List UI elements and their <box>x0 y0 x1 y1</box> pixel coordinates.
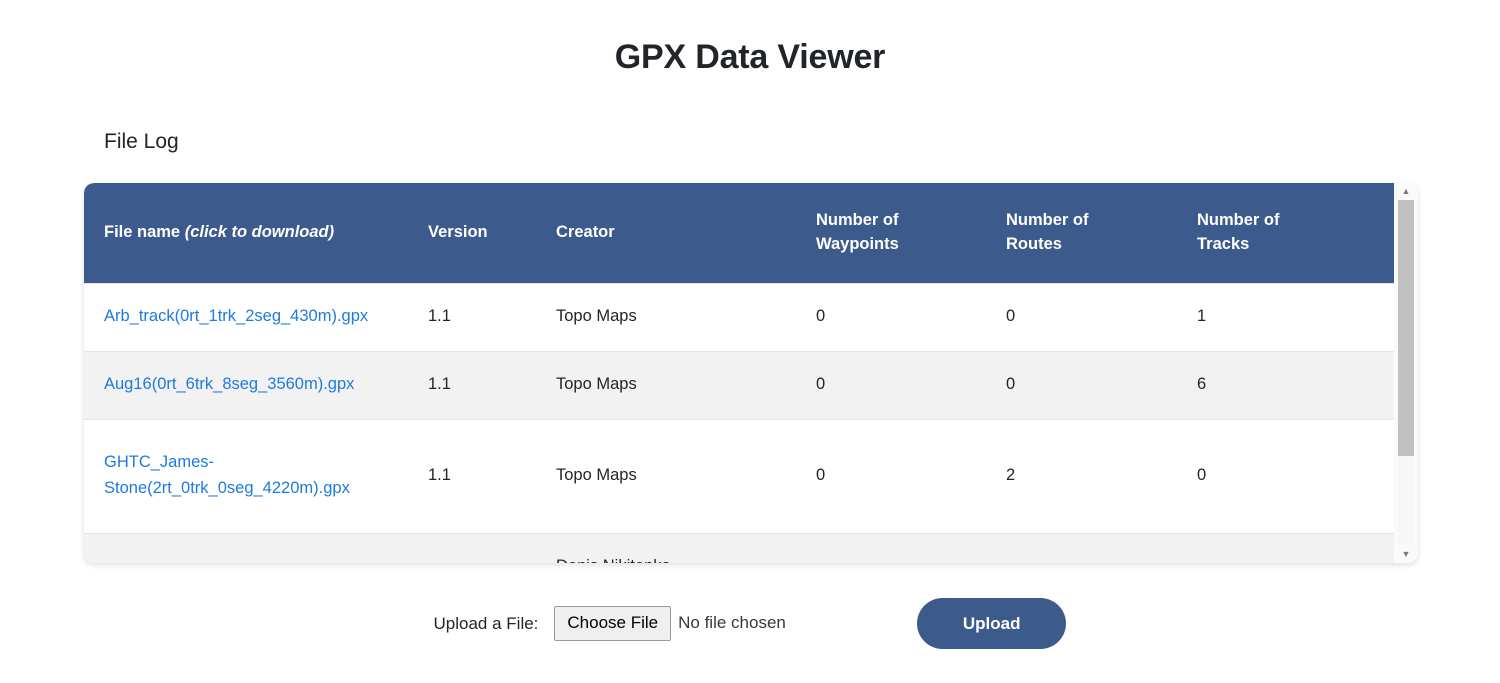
cell-version: 1.1 <box>428 282 556 351</box>
column-header-waypoints-line2: Waypoints <box>816 234 899 253</box>
cell-file-name: Aug16(0rt_6trk_8seg_3560m).gpx <box>84 350 428 419</box>
column-header-routes-line1: Number of <box>1006 210 1089 229</box>
column-header-routes-line2: Routes <box>1006 234 1062 253</box>
scrollbar-thumb[interactable] <box>1398 200 1414 457</box>
file-log-table: File name (click to download) Version Cr… <box>84 183 1394 563</box>
cell-creator: Topo Maps <box>556 282 816 351</box>
column-header-routes[interactable]: Number of Routes <box>1006 183 1197 283</box>
cell-routes: 0 <box>1006 282 1197 351</box>
cell-waypoints: 0 <box>816 350 1006 419</box>
table-header: File name (click to download) Version Cr… <box>84 183 1394 283</box>
cell-waypoints: 0 <box>816 282 1006 351</box>
page-root: GPX Data Viewer File Log File name (clic… <box>0 0 1500 683</box>
file-log-panel: File name (click to download) Version Cr… <box>84 183 1418 563</box>
file-download-link[interactable]: Arb_track(0rt_1trk_2seg_430m).gpx <box>104 307 368 325</box>
table-body: Arb_track(0rt_1trk_2seg_430m).gpx 1.1 To… <box>84 282 1394 563</box>
cell-version: 1.1 <box>428 418 556 533</box>
cell-version: 1.1 <box>428 350 556 419</box>
column-header-file-name-hint: (click to download) <box>184 222 335 241</box>
cell-creator: Topo Maps <box>556 418 816 533</box>
table-row: GHTC_James-Stone(2rt_0trk_0seg_4220m).gp… <box>84 418 1394 533</box>
cell-file-name: GHTC_James-Stone(2rt_0trk_0seg_4220m).gp… <box>84 418 428 533</box>
table-row: Arb_track(0rt_1trk_2seg_430m).gpx 1.1 To… <box>84 282 1394 351</box>
cell-routes: 2 <box>1006 418 1197 533</box>
column-header-tracks-line1: Number of <box>1197 210 1280 229</box>
cell-file-name: Arb_track(0rt_1trk_2seg_430m).gpx <box>84 282 428 351</box>
cell-waypoints: 0 <box>816 418 1006 533</box>
cell-creator: Denis Nikitenko <box>556 532 816 563</box>
upload-label: Upload a File: <box>433 613 539 633</box>
column-header-creator[interactable]: Creator <box>556 183 816 283</box>
cell-tracks: 1 <box>1197 282 1394 351</box>
column-header-waypoints[interactable]: Number of Waypoints <box>816 183 1006 283</box>
cell-routes: 0 <box>1006 350 1197 419</box>
table-row: Aug16(0rt_6trk_8seg_3560m).gpx 1.1 Topo … <box>84 350 1394 419</box>
table-scrollbar[interactable]: ▲ ▼ <box>1394 183 1418 563</box>
table-header-row: File name (click to download) Version Cr… <box>84 183 1394 283</box>
column-header-tracks-line2: Tracks <box>1197 234 1250 253</box>
column-header-tracks[interactable]: Number of Tracks <box>1197 183 1394 283</box>
column-header-version[interactable]: Version <box>428 183 556 283</box>
cell-file-name <box>84 532 428 563</box>
file-input-control[interactable]: Choose File No file chosen <box>554 606 786 641</box>
column-header-file-name-text: File name <box>104 222 185 241</box>
cell-waypoints <box>816 532 1006 563</box>
scroll-down-arrow-icon[interactable]: ▼ <box>1398 546 1414 563</box>
cell-creator: Topo Maps <box>556 350 816 419</box>
upload-section: Upload a File: Choose File No file chose… <box>0 598 1500 649</box>
cell-routes <box>1006 532 1197 563</box>
cell-version <box>428 532 556 563</box>
upload-button[interactable]: Upload <box>916 598 1067 649</box>
table-row: Denis Nikitenko <box>84 532 1394 563</box>
file-download-link[interactable]: Aug16(0rt_6trk_8seg_3560m).gpx <box>104 375 354 393</box>
selected-file-name: No file chosen <box>678 613 786 633</box>
column-header-file-name[interactable]: File name (click to download) <box>84 183 428 283</box>
choose-file-button[interactable]: Choose File <box>554 606 672 641</box>
file-log-heading: File Log <box>104 130 179 153</box>
file-log-scroll-area[interactable]: File name (click to download) Version Cr… <box>84 183 1394 563</box>
file-download-link[interactable]: GHTC_James-Stone(2rt_0trk_0seg_4220m).gp… <box>104 453 350 497</box>
scrollbar-track[interactable] <box>1398 200 1414 546</box>
cell-tracks <box>1197 532 1394 563</box>
scroll-up-arrow-icon[interactable]: ▲ <box>1398 183 1414 200</box>
column-header-waypoints-line1: Number of <box>816 210 899 229</box>
cell-tracks: 6 <box>1197 350 1394 419</box>
cell-tracks: 0 <box>1197 418 1394 533</box>
page-title: GPX Data Viewer <box>614 38 886 76</box>
